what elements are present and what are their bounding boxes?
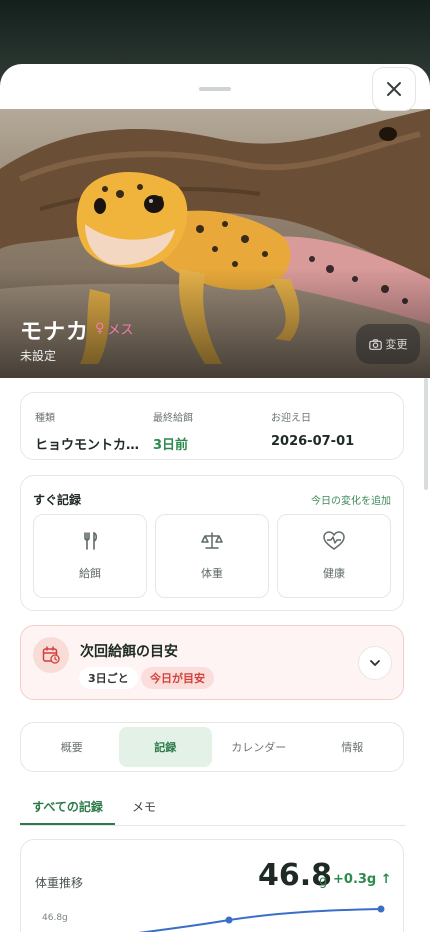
section-tabs: 概要 記録 カレンダー 情報	[20, 722, 404, 772]
weight-button-label: 体重	[201, 567, 223, 580]
scrollbar[interactable]	[424, 378, 428, 490]
subtab-all-records[interactable]: すべての記録	[20, 798, 115, 825]
health-button-label: 健康	[323, 567, 345, 580]
tab-calendar[interactable]: カレンダー	[212, 727, 306, 767]
calendar-clock-icon	[33, 637, 69, 673]
camera-icon	[368, 338, 382, 350]
scale-icon	[201, 532, 223, 549]
feeding-button-label: 給餌	[79, 567, 101, 580]
weight-unit: g	[319, 874, 328, 889]
quick-record-title: すぐ記録	[33, 493, 82, 507]
tab-info[interactable]: 情報	[306, 727, 400, 767]
pet-info-card: 種類 ヒョウモントカゲモドキ 最終給餌 3日前 お迎え日 2026-07-01	[20, 392, 404, 460]
change-photo-button[interactable]: 変更	[356, 324, 420, 364]
pet-subtitle: 未設定	[20, 349, 57, 363]
pet-sex-label: メス	[107, 323, 134, 338]
change-photo-label: 変更	[385, 338, 408, 351]
weight-record-button[interactable]: 体重	[155, 514, 269, 598]
pet-name: モナカ	[20, 320, 90, 345]
weight-delta: +0.3g ↑	[333, 872, 392, 887]
expand-feeding-button[interactable]	[358, 646, 392, 680]
add-today-change-link[interactable]: 今日の変化を追加	[311, 492, 391, 507]
heart-pulse-icon	[323, 531, 345, 550]
subtab-memo[interactable]: メモ	[132, 798, 156, 823]
close-button[interactable]	[372, 67, 416, 111]
weight-trend-line	[138, 908, 382, 932]
info-adoption-date: お迎え日 2026-07-01	[271, 409, 389, 459]
feeding-interval-chip: 3日ごと	[79, 667, 138, 689]
pet-photo: モナカ ♀ メス 未設定 変更	[0, 109, 430, 378]
info-label: 最終給餌	[153, 413, 193, 424]
info-value: 3日前	[153, 438, 189, 453]
feeding-status-chip: 今日が目安	[141, 667, 214, 689]
weight-trend-card: 体重推移 46.8 g +0.3g ↑ 46.8g	[20, 839, 404, 932]
next-feeding-card[interactable]: 次回給餌の目安 3日ごと 今日が目安	[20, 625, 404, 700]
next-feeding-title: 次回給餌の目安	[80, 644, 178, 660]
weight-point	[225, 916, 233, 924]
close-icon	[387, 82, 401, 96]
tab-overview[interactable]: 概要	[25, 727, 119, 767]
info-species: 種類 ヒョウモントカゲモドキ	[35, 409, 153, 459]
info-value: ヒョウモントカゲモドキ	[35, 438, 143, 453]
info-label: お迎え日	[271, 413, 311, 424]
info-value: 2026-07-01	[271, 434, 355, 449]
health-record-button[interactable]: 健康	[277, 514, 391, 598]
record-subtabs: すべての記録 メモ	[20, 794, 406, 826]
chart-axis-label: 46.8g	[42, 913, 68, 923]
weight-point	[377, 905, 385, 913]
fork-knife-icon	[84, 531, 98, 550]
chevron-down-icon	[370, 660, 380, 666]
pet-detail-sheet: モナカ ♀ メス 未設定 変更 種類 ヒョウモントカゲモドキ 最終給餌 3日前 …	[0, 64, 430, 932]
weight-trend-title: 体重推移	[35, 876, 84, 890]
sheet-grabber[interactable]	[199, 87, 231, 91]
feeding-record-button[interactable]: 給餌	[33, 514, 147, 598]
tab-records[interactable]: 記録	[118, 727, 212, 767]
pet-sex-badge: ♀ メス	[95, 319, 134, 338]
female-icon: ♀	[95, 321, 105, 336]
quick-record-card: すぐ記録 今日の変化を追加 給餌 体重 健康	[20, 475, 404, 611]
info-last-feeding: 最終給餌 3日前	[153, 409, 271, 459]
info-label: 種類	[35, 413, 55, 424]
